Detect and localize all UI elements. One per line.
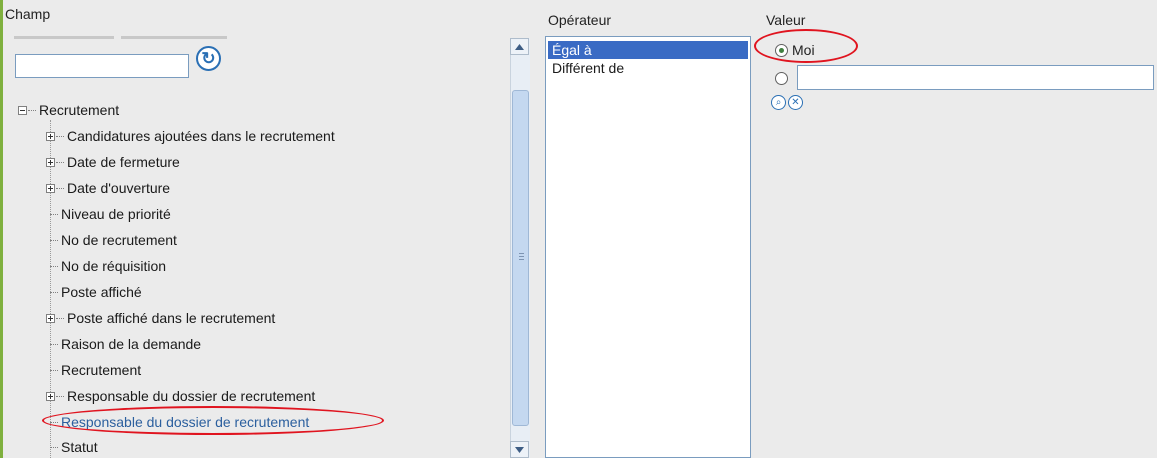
- left-accent-border: [0, 0, 3, 458]
- scroll-down-icon[interactable]: [510, 441, 529, 458]
- search-icon[interactable]: ⌕: [771, 95, 786, 110]
- tree-connector: [56, 187, 64, 189]
- collapse-icon[interactable]: [18, 105, 27, 115]
- scrollbar-grip: [519, 253, 524, 254]
- tree-item[interactable]: Statut: [50, 438, 98, 456]
- tree-connector: [56, 161, 64, 163]
- tree-connector: [56, 135, 64, 137]
- tree-connector: [50, 421, 58, 423]
- scroll-up-icon[interactable]: [510, 38, 529, 55]
- tree-root-label: Recrutement: [39, 102, 120, 118]
- tree-connector: [56, 395, 64, 397]
- tree-item-label: Responsable du dossier de recrutement: [61, 414, 310, 430]
- tree-connector: [50, 291, 58, 293]
- tree-item[interactable]: Niveau de priorité: [50, 205, 171, 223]
- expand-icon[interactable]: [46, 183, 55, 193]
- tree-connector: [28, 109, 36, 111]
- tree-connector: [50, 343, 58, 345]
- tree-item[interactable]: Responsable du dossier de recrutement: [46, 387, 315, 405]
- valeur-input[interactable]: [797, 65, 1154, 90]
- tree-item[interactable]: Date d'ouverture: [46, 179, 170, 197]
- champ-search-input[interactable]: [15, 54, 189, 78]
- tree-item-label: No de réquisition: [61, 258, 167, 274]
- tree-item-label: Recrutement: [61, 362, 142, 378]
- tree-item[interactable]: No de recrutement: [50, 231, 177, 249]
- tree-item-label: Responsable du dossier de recrutement: [67, 388, 316, 404]
- tree-connector: [50, 446, 58, 448]
- valeur-header: Valeur: [766, 12, 806, 28]
- operator-option[interactable]: Différent de: [548, 59, 748, 77]
- tree-item[interactable]: Poste affiché: [50, 283, 142, 301]
- champ-header: Champ: [5, 6, 51, 22]
- tree-connector: [50, 213, 58, 215]
- tree-connector: [56, 317, 64, 319]
- operateur-header: Opérateur: [548, 12, 612, 28]
- scrollbar-thumb[interactable]: [512, 90, 529, 426]
- tree-item-label: Statut: [61, 439, 98, 455]
- tree-item-label: No de recrutement: [61, 232, 177, 248]
- tree-item-label: Poste affiché: [61, 284, 142, 300]
- tree-item[interactable]: Recrutement: [50, 361, 141, 379]
- tree-item[interactable]: No de réquisition: [50, 257, 166, 275]
- tree-item-label: Poste affiché dans le recrutement: [67, 310, 276, 326]
- refresh-icon[interactable]: ↻: [196, 46, 221, 71]
- tree-item-label: Date d'ouverture: [67, 180, 171, 196]
- tree-item[interactable]: Raison de la demande: [50, 335, 201, 353]
- expand-icon[interactable]: [46, 313, 55, 323]
- radio-moi-label[interactable]: Moi: [792, 42, 815, 58]
- radio-moi[interactable]: [775, 44, 788, 57]
- operator-option-selected[interactable]: Égal à: [548, 41, 748, 59]
- tree-connector: [50, 265, 58, 267]
- tree-item-label: Raison de la demande: [61, 336, 202, 352]
- tab-indicator-2: [121, 36, 227, 39]
- operator-list[interactable]: Égal à Différent de: [545, 36, 751, 458]
- clear-icon[interactable]: ✕: [788, 95, 803, 110]
- tree-item[interactable]: Date de fermeture: [46, 153, 180, 171]
- tree-connector: [50, 239, 58, 241]
- expand-icon[interactable]: [46, 391, 55, 401]
- tree-item[interactable]: Poste affiché dans le recrutement: [46, 309, 275, 327]
- tree-connector: [50, 369, 58, 371]
- tree-root[interactable]: Recrutement: [18, 101, 119, 119]
- tree-item-selected[interactable]: Responsable du dossier de recrutement: [50, 413, 309, 431]
- tree-item[interactable]: Candidatures ajoutées dans le recrutemen…: [46, 127, 335, 145]
- tree-item-label: Candidatures ajoutées dans le recrutemen…: [67, 128, 335, 144]
- expand-icon[interactable]: [46, 131, 55, 141]
- expand-icon[interactable]: [46, 157, 55, 167]
- radio-other[interactable]: [775, 72, 788, 85]
- tree-item-label: Niveau de priorité: [61, 206, 171, 222]
- tab-indicator-1: [14, 36, 114, 39]
- tree-item-label: Date de fermeture: [67, 154, 180, 170]
